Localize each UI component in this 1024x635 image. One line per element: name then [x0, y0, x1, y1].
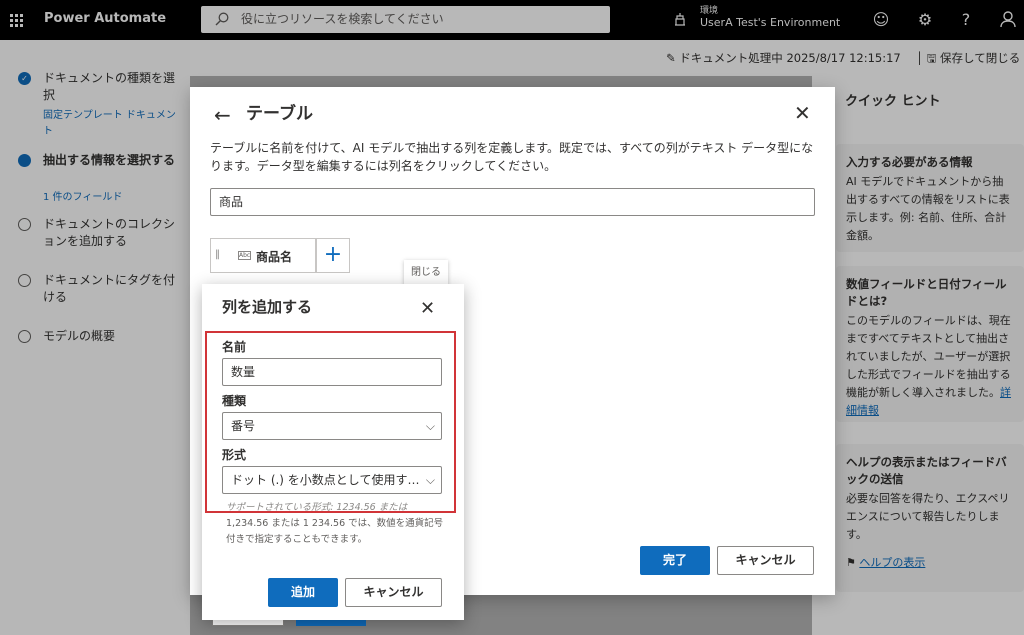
type-dropdown[interactable]: 番号 ⌵: [222, 412, 442, 440]
callout-title: 列を追加する: [222, 298, 313, 316]
format-dropdown[interactable]: ドット (.) を小数点として使用す… ⌵: [222, 466, 442, 494]
format-label: 形式: [222, 448, 247, 462]
cancel-button[interactable]: キャンセル: [717, 546, 814, 575]
dialog-description: テーブルに名前を付けて、AI モデルで抽出する列を定義します。既定では、すべての…: [210, 141, 814, 173]
column-header[interactable]: ‖ Abc 商品名: [210, 238, 316, 273]
format-hint: サポートされている形式: 1234.56 または 1,234.56 または 1 …: [226, 500, 450, 548]
chevron-down-icon: ⌵: [425, 419, 435, 433]
table-name-input[interactable]: 商品: [210, 188, 815, 216]
text-type-icon: Abc: [238, 251, 251, 260]
column-name: 商品名: [256, 250, 293, 264]
back-arrow-icon[interactable]: ←: [214, 103, 231, 127]
background-button: [212, 620, 284, 626]
done-button[interactable]: 完了: [640, 546, 710, 575]
chevron-down-icon: ⌵: [425, 473, 435, 487]
drag-handle-icon[interactable]: ‖: [215, 249, 220, 260]
close-tooltip: 閉じる: [404, 260, 448, 286]
type-value: 番号: [231, 419, 256, 433]
name-label: 名前: [222, 340, 247, 354]
add-column-callout: 列を追加する ✕ 名前 数量 種類 番号 ⌵ 形式 ドット (.) を小数点とし…: [202, 284, 464, 620]
add-button[interactable]: 追加: [268, 578, 338, 607]
callout-cancel-button[interactable]: キャンセル: [345, 578, 442, 607]
type-label: 種類: [222, 394, 247, 408]
close-icon[interactable]: ✕: [794, 101, 811, 125]
name-input[interactable]: 数量: [222, 358, 442, 386]
format-hint-cut: サポートされている形式: 1234.56 または: [226, 502, 408, 513]
format-value: ドット (.) を小数点として使用す…: [231, 473, 420, 487]
add-column-button[interactable]: +: [316, 238, 350, 273]
dialog-title: テーブル: [246, 104, 313, 124]
background-button: [296, 620, 366, 626]
close-icon[interactable]: ✕: [420, 298, 435, 319]
format-hint-text: 1,234.56 または 1 234.56 では、数値を通貨記号付きで指定するこ…: [226, 518, 444, 545]
